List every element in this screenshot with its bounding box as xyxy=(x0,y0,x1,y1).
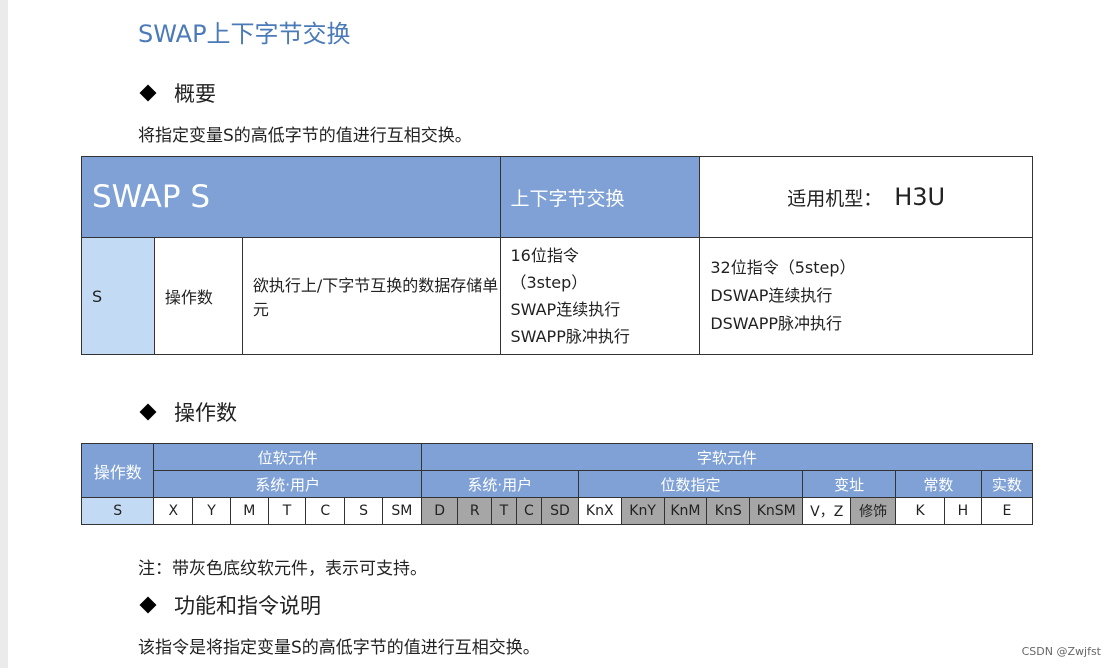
operand-type: 操作数 xyxy=(153,237,243,355)
bit32-label: 32位指令（5step） xyxy=(710,258,856,277)
bit32-pulse: DSWAPP脉冲执行 xyxy=(710,314,842,333)
operand-row-label: S xyxy=(80,497,155,525)
device-cell: C xyxy=(515,497,543,525)
operand-corner: 操作数 xyxy=(80,443,155,498)
operand-heading-text: 操作数 xyxy=(174,401,237,425)
sub-index: 变址 xyxy=(802,470,897,498)
operand-description: 欲执行上/下字节互换的数据存储单元 xyxy=(241,237,501,355)
page-title: SWAP上下字节交换 xyxy=(138,20,351,48)
device-cell: H xyxy=(944,497,982,525)
device-cell: KnSM xyxy=(749,497,804,525)
device-cell: K xyxy=(895,497,946,525)
device-cell: KnX xyxy=(577,497,622,525)
instruction-desc: 上下字节交换 xyxy=(499,156,701,238)
device-cell: X xyxy=(153,497,194,525)
device-cell: R xyxy=(457,497,493,525)
instruction-table: SWAP S 上下字节交换 适用机型： H3U S 操作数 欲执行上/下字节互换的… xyxy=(81,156,1033,355)
left-border xyxy=(0,0,8,668)
device-cell: S xyxy=(344,497,383,525)
operand-table: 操作数 位软元件 字软元件 系统·用户 系统·用户 位数指定 变址 常数 实数 … xyxy=(80,443,1034,525)
bit32-cell: 32位指令（5step） DSWAP连续执行 DSWAPP脉冲执行 xyxy=(699,237,1033,355)
device-cell: KnS xyxy=(706,497,751,525)
device-cell: T xyxy=(267,497,307,525)
model-value: H3U xyxy=(894,183,946,211)
sub-bit-specified: 位数指定 xyxy=(577,470,804,498)
model-label: 适用机型： xyxy=(787,188,883,210)
diamond-bullet-icon xyxy=(139,84,157,102)
device-cell: T xyxy=(491,497,517,525)
device-cell: KnM xyxy=(663,497,708,525)
instruction-name: SWAP S xyxy=(81,156,501,238)
watermark: CSDN @Zwjfst xyxy=(1021,645,1101,658)
device-cell: V，Z xyxy=(802,497,852,525)
group-word-devices: 字软元件 xyxy=(420,443,1034,471)
overview-text: 将指定变量S的高低字节的值进行互相交换。 xyxy=(138,126,472,146)
bit16-label: 16位指令 xyxy=(510,246,579,265)
function-heading-text: 功能和指令说明 xyxy=(174,594,321,618)
bit16-step: （3step） xyxy=(510,273,588,292)
device-cell: E xyxy=(980,497,1034,525)
group-bit-devices: 位软元件 xyxy=(153,443,422,471)
device-cell: 修饰 xyxy=(850,497,897,525)
overview-heading-text: 概要 xyxy=(174,82,216,106)
device-cell: D xyxy=(420,497,459,525)
sub-word-system-user: 系统·用户 xyxy=(420,470,579,498)
sub-constant: 常数 xyxy=(895,470,982,498)
function-heading: 功能和指令说明 xyxy=(138,590,321,620)
device-cell: C xyxy=(305,497,346,525)
diamond-bullet-icon xyxy=(139,403,157,421)
device-cell: SM xyxy=(381,497,422,525)
note-text: 注：带灰色底纹软元件，表示可支持。 xyxy=(138,559,427,579)
bit32-continuous: DSWAP连续执行 xyxy=(710,286,833,305)
function-text: 该指令是将指定变量S的高低字节的值进行互相交换。 xyxy=(138,638,540,658)
bit16-cell: 16位指令 （3step） SWAP连续执行 SWAPP脉冲执行 xyxy=(499,237,701,355)
bit16-continuous: SWAP连续执行 xyxy=(510,300,621,319)
device-cell: KnY xyxy=(620,497,665,525)
bit16-pulse: SWAPP脉冲执行 xyxy=(510,327,630,346)
diamond-bullet-icon xyxy=(139,596,157,614)
device-cell: Y xyxy=(192,497,231,525)
model-cell: 适用机型： H3U xyxy=(699,156,1033,238)
operand-s: S xyxy=(81,237,155,355)
overview-heading: 概要 xyxy=(138,78,216,108)
device-cell: M xyxy=(229,497,269,525)
device-cell: SD xyxy=(541,497,579,525)
operand-heading: 操作数 xyxy=(138,397,237,427)
sub-real: 实数 xyxy=(980,470,1034,498)
sub-bit-system-user: 系统·用户 xyxy=(153,470,422,498)
